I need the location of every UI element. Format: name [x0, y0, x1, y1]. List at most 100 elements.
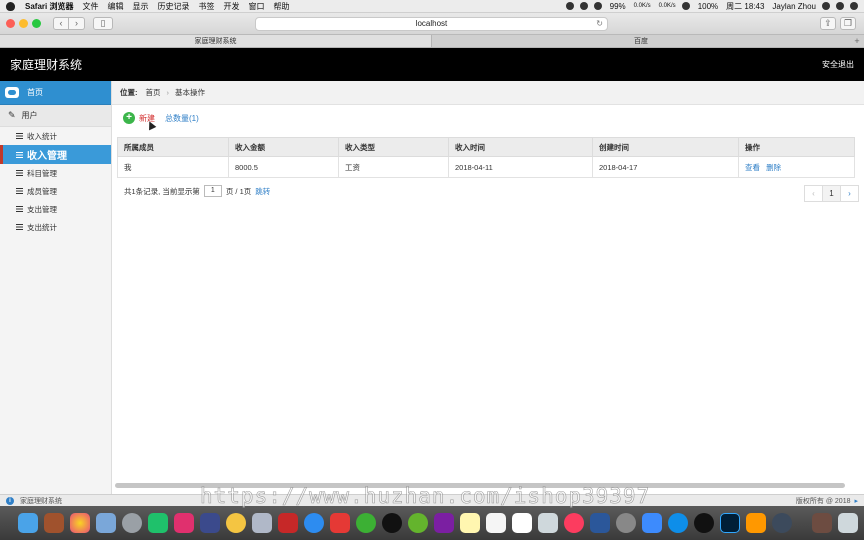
sidebar-item-expense-stats[interactable]: 支出统计: [0, 218, 111, 236]
qq-icon[interactable]: [382, 513, 402, 533]
preview-icon[interactable]: [96, 513, 116, 533]
plus-circle-icon[interactable]: +: [123, 112, 135, 124]
notes-book-icon[interactable]: [44, 513, 64, 533]
qq-tray-icon[interactable]: [579, 2, 588, 10]
menu-edit[interactable]: 编辑: [107, 1, 123, 12]
back-button[interactable]: ‹: [53, 17, 69, 30]
sidebar-item-label: 收入统计: [27, 131, 57, 141]
screenshot-icon[interactable]: [330, 513, 350, 533]
income-table: 所属成员 收入金额 收入类型 收入时间 创建时间 操作 我 8000.5 工资 …: [117, 137, 855, 178]
wechat-tray-icon[interactable]: [593, 2, 602, 10]
spotlight-icon[interactable]: [822, 2, 830, 10]
menu-view[interactable]: 显示: [132, 1, 148, 12]
view-link[interactable]: 查看: [745, 163, 760, 172]
logout-link[interactable]: 安全退出: [822, 59, 854, 70]
record-icon[interactable]: [565, 2, 574, 10]
chrome-like-icon[interactable]: [408, 513, 428, 533]
downloads-folder-icon[interactable]: [812, 513, 832, 533]
next-page-button[interactable]: ›: [840, 185, 859, 202]
bear-icon[interactable]: [226, 513, 246, 533]
reminders-icon[interactable]: [486, 513, 506, 533]
minimize-window-button[interactable]: [19, 19, 28, 28]
calendar-icon[interactable]: [512, 513, 532, 533]
status-left-text: 家庭理财系统: [20, 497, 62, 505]
maps-icon[interactable]: [538, 513, 558, 533]
music-icon[interactable]: [564, 513, 584, 533]
file-icon[interactable]: [252, 513, 272, 533]
safari-icon[interactable]: [304, 513, 324, 533]
pagination-summary-suffix: 页 / 1页: [225, 186, 252, 196]
breadcrumb-home[interactable]: 首页: [146, 87, 161, 98]
sidebar-section-user[interactable]: ✎ 用户: [0, 105, 111, 127]
delete-link[interactable]: 删除: [766, 163, 781, 172]
sidebar-item-label: 支出统计: [27, 222, 57, 232]
menu-develop[interactable]: 开发: [223, 1, 239, 12]
teamviewer-icon[interactable]: [668, 513, 688, 533]
notification-center-icon[interactable]: [850, 2, 858, 10]
table-row: 我 8000.5 工资 2018-04-11 2018-04-17 查看 删除: [117, 156, 855, 178]
share-button[interactable]: ⇪: [820, 17, 836, 30]
menu-window[interactable]: 窗口: [248, 1, 264, 12]
info-icon: i: [6, 496, 14, 505]
sidebar-item-label: 科目管理: [27, 168, 57, 178]
menu-history[interactable]: 历史记录: [157, 1, 189, 12]
redis-icon[interactable]: [278, 513, 298, 533]
menu-bookmarks[interactable]: 书签: [198, 1, 214, 12]
stickies-icon[interactable]: [460, 513, 480, 533]
show-tabs-button[interactable]: ❐: [840, 17, 856, 30]
reload-icon[interactable]: ↻: [596, 18, 603, 30]
browser-icon[interactable]: [772, 513, 792, 533]
forward-button[interactable]: ›: [69, 17, 85, 30]
siri-icon[interactable]: [836, 2, 844, 10]
sublime-like-icon[interactable]: [200, 513, 220, 533]
copyright-text: 版权所有 @ 2018: [795, 497, 851, 505]
sidebar-item-income-manage[interactable]: 收入管理: [0, 145, 111, 164]
close-window-button[interactable]: [6, 19, 15, 28]
sidebar-home[interactable]: 首页: [0, 81, 111, 105]
sidebar-section-label: 用户: [21, 111, 38, 120]
photoshop-icon[interactable]: [720, 513, 740, 533]
total-count-link[interactable]: 总数量(1): [165, 113, 199, 124]
expand-arrow-icon[interactable]: ▸: [854, 497, 858, 505]
breadcrumb-label: 位置:: [120, 88, 138, 97]
tab-baidu[interactable]: 百度: [432, 35, 850, 47]
sidebar-item-member-manage[interactable]: 成员管理: [0, 182, 111, 200]
cell-actions: 查看 删除: [738, 156, 855, 178]
photos-icon[interactable]: [70, 513, 90, 533]
word-icon[interactable]: [590, 513, 610, 533]
system-preferences-icon[interactable]: [616, 513, 636, 533]
qq-icon-2[interactable]: [694, 513, 714, 533]
tab-family-finance[interactable]: 家庭理财系统: [0, 35, 432, 47]
menu-clock[interactable]: 周二 18:43: [726, 1, 764, 12]
sublime-text-icon[interactable]: [746, 513, 766, 533]
new-tab-button[interactable]: +: [850, 35, 864, 47]
baidu-netdisk-icon[interactable]: [642, 513, 662, 533]
trash-icon[interactable]: [838, 513, 858, 533]
menu-app-name[interactable]: Safari 浏览器: [25, 1, 73, 12]
wechat-icon[interactable]: [356, 513, 376, 533]
axure-rp-icon[interactable]: [434, 513, 454, 533]
sidebar-item-income-stats[interactable]: 收入统计: [0, 127, 111, 145]
page-number-input[interactable]: 1: [203, 185, 222, 197]
jump-link[interactable]: 跳转: [255, 186, 270, 197]
column-header-type: 收入类型: [338, 137, 449, 157]
intellij-icon[interactable]: [174, 513, 194, 533]
sidebar-toggle-button[interactable]: ▯: [93, 17, 113, 30]
menu-file[interactable]: 文件: [82, 1, 98, 12]
prev-page-button[interactable]: ‹: [804, 185, 823, 202]
finder-icon[interactable]: [18, 513, 38, 533]
menu-help[interactable]: 帮助: [273, 1, 289, 12]
menu-user[interactable]: Jaylan Zhou: [772, 2, 816, 11]
apple-icon[interactable]: [6, 1, 15, 11]
pycharm-icon[interactable]: [148, 513, 168, 533]
wifi-icon[interactable]: [681, 2, 690, 10]
horizontal-scrollbar[interactable]: [115, 483, 845, 488]
zoom-window-button[interactable]: [32, 19, 41, 28]
sidebar-item-expense-manage[interactable]: 支出管理: [0, 200, 111, 218]
address-bar[interactable]: localhost ↻: [255, 17, 608, 31]
page-1-button[interactable]: 1: [822, 185, 841, 202]
list-icon: [16, 133, 23, 139]
sidebar-item-subject-manage[interactable]: 科目管理: [0, 164, 111, 182]
launchpad-icon[interactable]: [122, 513, 142, 533]
pagination-summary-prefix: 共1条记录, 当前显示第: [124, 186, 200, 196]
